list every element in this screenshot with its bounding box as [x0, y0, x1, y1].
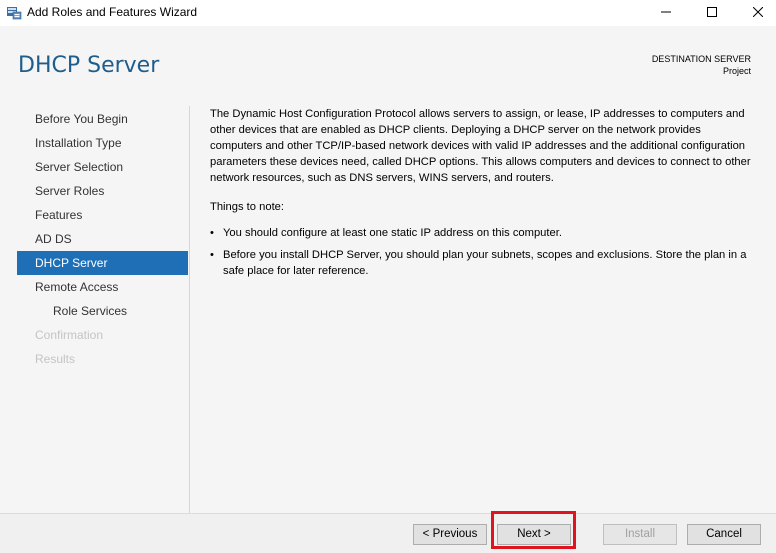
wizard-footer: < Previous Next > Install Cancel: [0, 513, 776, 553]
title-bar[interactable]: Add Roles and Features Wizard: [0, 0, 776, 26]
window-title: Add Roles and Features Wizard: [27, 5, 198, 19]
nav-item-server-selection[interactable]: Server Selection: [17, 155, 188, 179]
server-manager-icon: [6, 4, 22, 20]
minimize-button[interactable]: [643, 0, 689, 26]
nav-item-installation-type[interactable]: Installation Type: [17, 131, 188, 155]
destination-server-label: DESTINATION SERVER: [651, 54, 751, 64]
next-button[interactable]: Next >: [497, 524, 571, 545]
list-item: • You should configure at least one stat…: [210, 225, 755, 241]
nav-item-confirmation: Confirmation: [35, 328, 104, 342]
maximize-icon: [707, 4, 717, 22]
close-button[interactable]: [735, 0, 776, 26]
page-title: DHCP Server: [18, 53, 160, 78]
maximize-button[interactable]: [689, 0, 735, 26]
cancel-button[interactable]: Cancel: [687, 524, 761, 545]
nav-item-before-you-begin[interactable]: Before You Begin: [17, 107, 188, 131]
nav-item-remote-access[interactable]: Remote Access: [17, 275, 188, 299]
main-content: The Dynamic Host Configuration Protocol …: [210, 106, 755, 285]
previous-button[interactable]: < Previous: [413, 524, 487, 545]
nav-item-dhcp-server[interactable]: DHCP Server: [17, 251, 188, 275]
nav-divider: [189, 106, 190, 518]
wizard-content: DHCP Server DESTINATION SERVER Project B…: [0, 26, 776, 518]
intro-paragraph: The Dynamic Host Configuration Protocol …: [210, 108, 751, 184]
nav-item-ad-ds[interactable]: AD DS: [17, 227, 188, 251]
nav-item-role-services[interactable]: Role Services: [17, 299, 188, 323]
close-icon: [752, 4, 764, 22]
list-item: • Before you install DHCP Server, you sh…: [210, 247, 755, 279]
nav-item-results: Results: [35, 352, 76, 366]
install-button: Install: [603, 524, 677, 545]
bullet-icon: •: [210, 227, 214, 239]
wizard-nav: Before You Begin Installation Type Serve…: [17, 107, 188, 371]
destination-server-value: Project: [722, 66, 751, 76]
bullet-icon: •: [210, 249, 214, 261]
nav-item-server-roles[interactable]: Server Roles: [17, 179, 188, 203]
nav-item-features[interactable]: Features: [17, 203, 188, 227]
minimize-icon: [661, 4, 671, 22]
wizard-window: Add Roles and Features Wizard DHCP Serve…: [0, 0, 776, 553]
note-text: You should configure at least one static…: [223, 227, 562, 239]
notes-heading: Things to note:: [210, 201, 285, 213]
note-text: Before you install DHCP Server, you shou…: [223, 249, 747, 277]
notes-list: • You should configure at least one stat…: [210, 225, 755, 279]
